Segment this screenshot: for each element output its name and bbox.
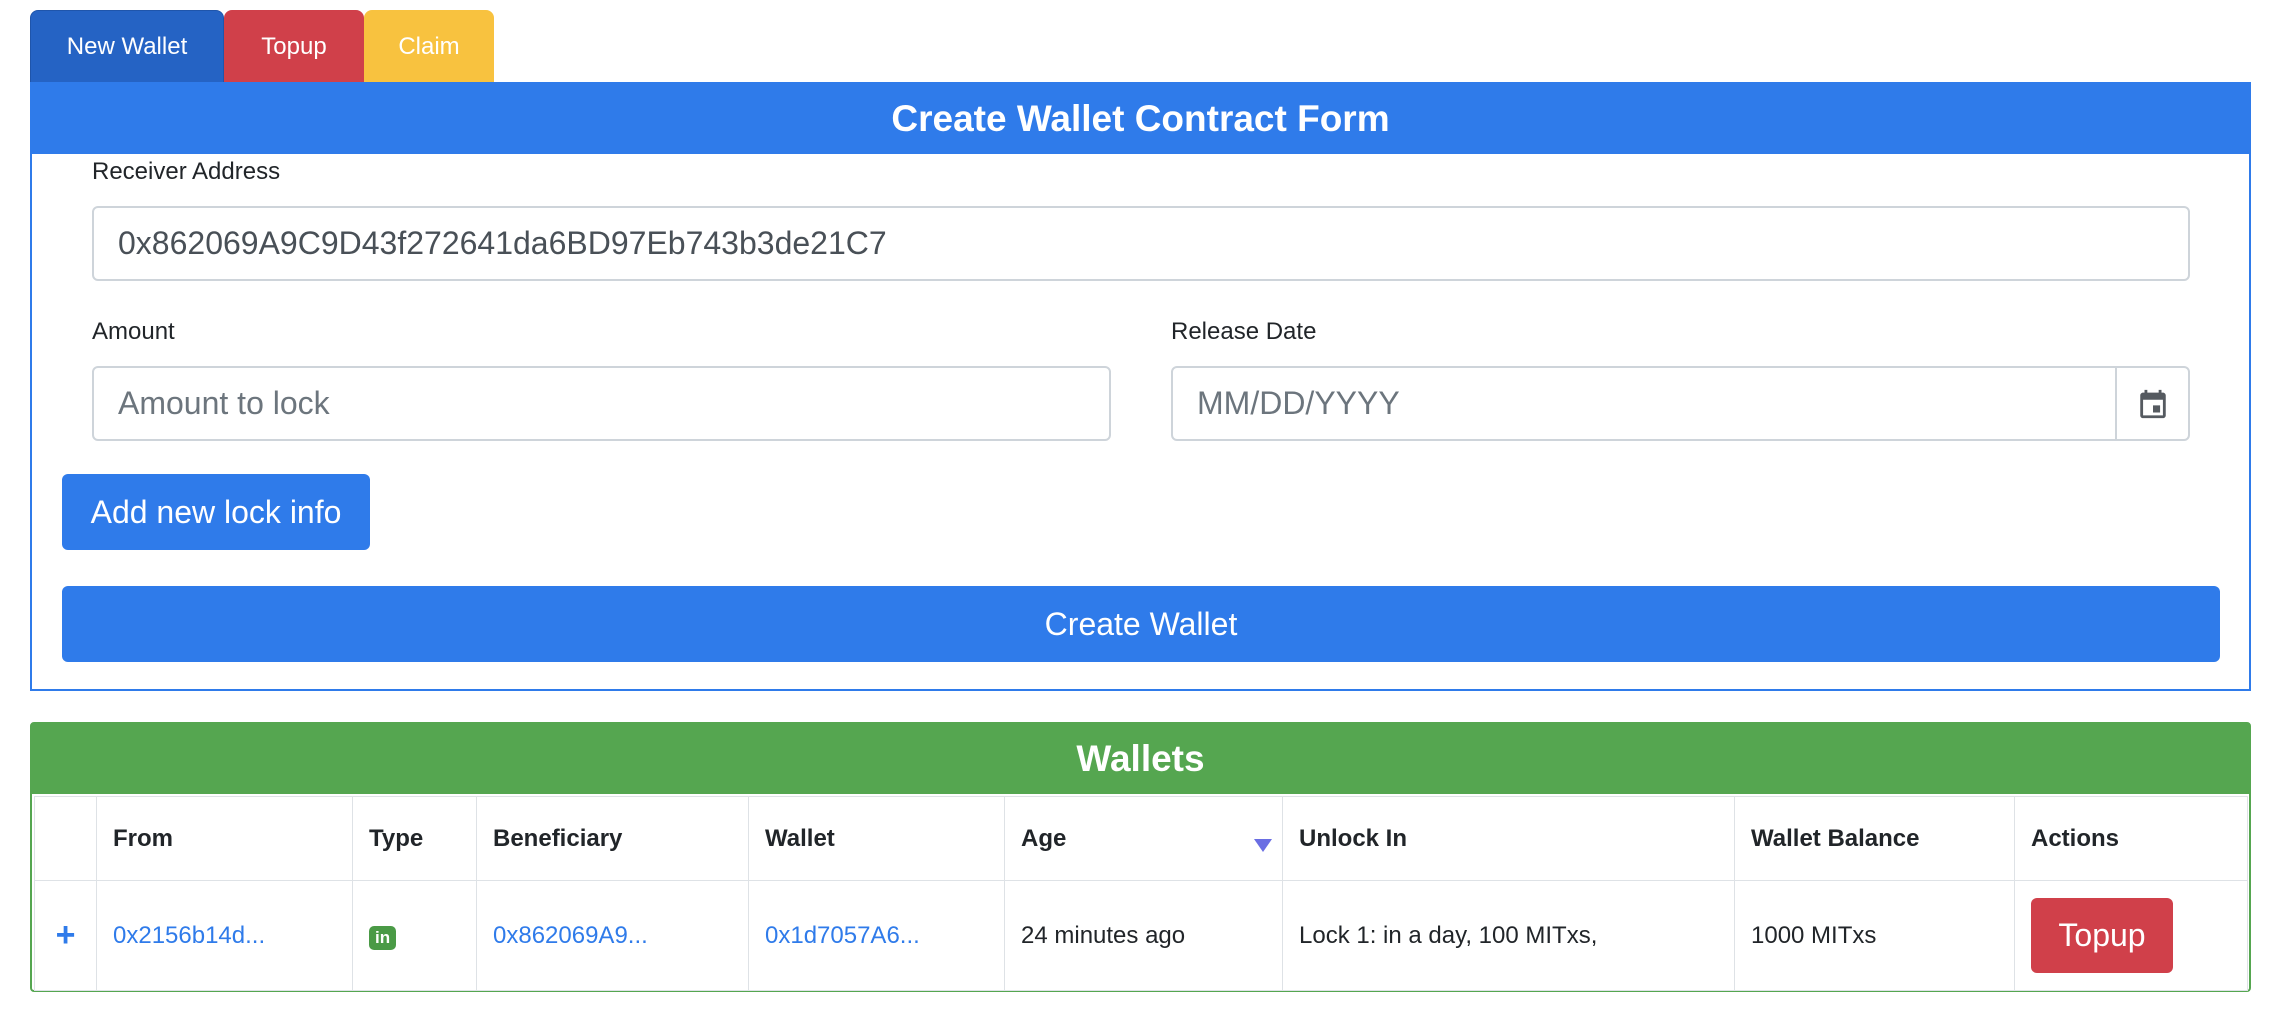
tab-bar: New Wallet Topup Claim bbox=[30, 10, 494, 84]
release-date-label: Release Date bbox=[1171, 318, 1317, 345]
wallets-panel: Wallets From Type Beneficiary Wallet Age… bbox=[30, 722, 2251, 992]
table-row: + 0x2156b14d... in 0x862069A9... 0x1d705… bbox=[34, 880, 2248, 991]
create-wallet-form: Create Wallet Contract Form Receiver Add… bbox=[30, 82, 2251, 691]
type-cell: in bbox=[352, 880, 477, 991]
receiver-address-label: Receiver Address bbox=[92, 158, 281, 185]
release-date-input[interactable] bbox=[1171, 366, 2117, 441]
col-beneficiary[interactable]: Beneficiary bbox=[476, 796, 749, 881]
unlock-in-cell: Lock 1: in a day, 100 MITxs, bbox=[1282, 880, 1735, 991]
wallet-cell: 0x1d7057A6... bbox=[748, 880, 1005, 991]
amount-input[interactable] bbox=[92, 366, 1111, 441]
col-from[interactable]: From bbox=[96, 796, 353, 881]
actions-cell: Topup bbox=[2014, 880, 2248, 991]
form-title: Create Wallet Contract Form bbox=[32, 84, 2249, 154]
beneficiary-address-link[interactable]: 0x862069A9... bbox=[493, 922, 648, 949]
tab-new-wallet[interactable]: New Wallet bbox=[30, 10, 224, 84]
tab-claim[interactable]: Claim bbox=[364, 10, 494, 84]
expand-cell: + bbox=[34, 880, 97, 991]
amount-label: Amount bbox=[92, 318, 175, 345]
col-age-label: Age bbox=[1021, 824, 1067, 852]
col-actions: Actions bbox=[2014, 796, 2248, 881]
topup-button[interactable]: Topup bbox=[2031, 898, 2173, 973]
col-unlock-in[interactable]: Unlock In bbox=[1282, 796, 1735, 881]
wallets-table: From Type Beneficiary Wallet Age Unlock … bbox=[34, 796, 2248, 991]
age-cell: 24 minutes ago bbox=[1004, 880, 1283, 991]
add-lock-info-button[interactable]: Add new lock info bbox=[62, 474, 370, 550]
col-age[interactable]: Age bbox=[1004, 796, 1283, 881]
calendar-icon bbox=[2139, 389, 2166, 418]
table-header-row: From Type Beneficiary Wallet Age Unlock … bbox=[34, 796, 2248, 881]
wallets-title: Wallets bbox=[32, 724, 2249, 794]
create-wallet-button[interactable]: Create Wallet bbox=[62, 586, 2220, 662]
wallet-address-link[interactable]: 0x1d7057A6... bbox=[765, 922, 920, 949]
beneficiary-cell: 0x862069A9... bbox=[476, 880, 749, 991]
from-address-link[interactable]: 0x2156b14d... bbox=[113, 922, 265, 949]
col-wallet-balance[interactable]: Wallet Balance bbox=[1734, 796, 2015, 881]
from-cell: 0x2156b14d... bbox=[96, 880, 353, 991]
balance-cell: 1000 MITxs bbox=[1734, 880, 2015, 991]
sort-desc-icon bbox=[1254, 839, 1272, 852]
col-wallet[interactable]: Wallet bbox=[748, 796, 1005, 881]
type-badge: in bbox=[369, 925, 397, 950]
expand-plus-icon[interactable]: + bbox=[56, 916, 76, 954]
receiver-address-input[interactable] bbox=[92, 206, 2190, 281]
tab-topup[interactable]: Topup bbox=[224, 10, 364, 84]
col-expand bbox=[34, 796, 97, 881]
calendar-button[interactable] bbox=[2115, 366, 2190, 441]
col-type[interactable]: Type bbox=[352, 796, 477, 881]
page: New Wallet Topup Claim Create Wallet Con… bbox=[0, 0, 2280, 1032]
